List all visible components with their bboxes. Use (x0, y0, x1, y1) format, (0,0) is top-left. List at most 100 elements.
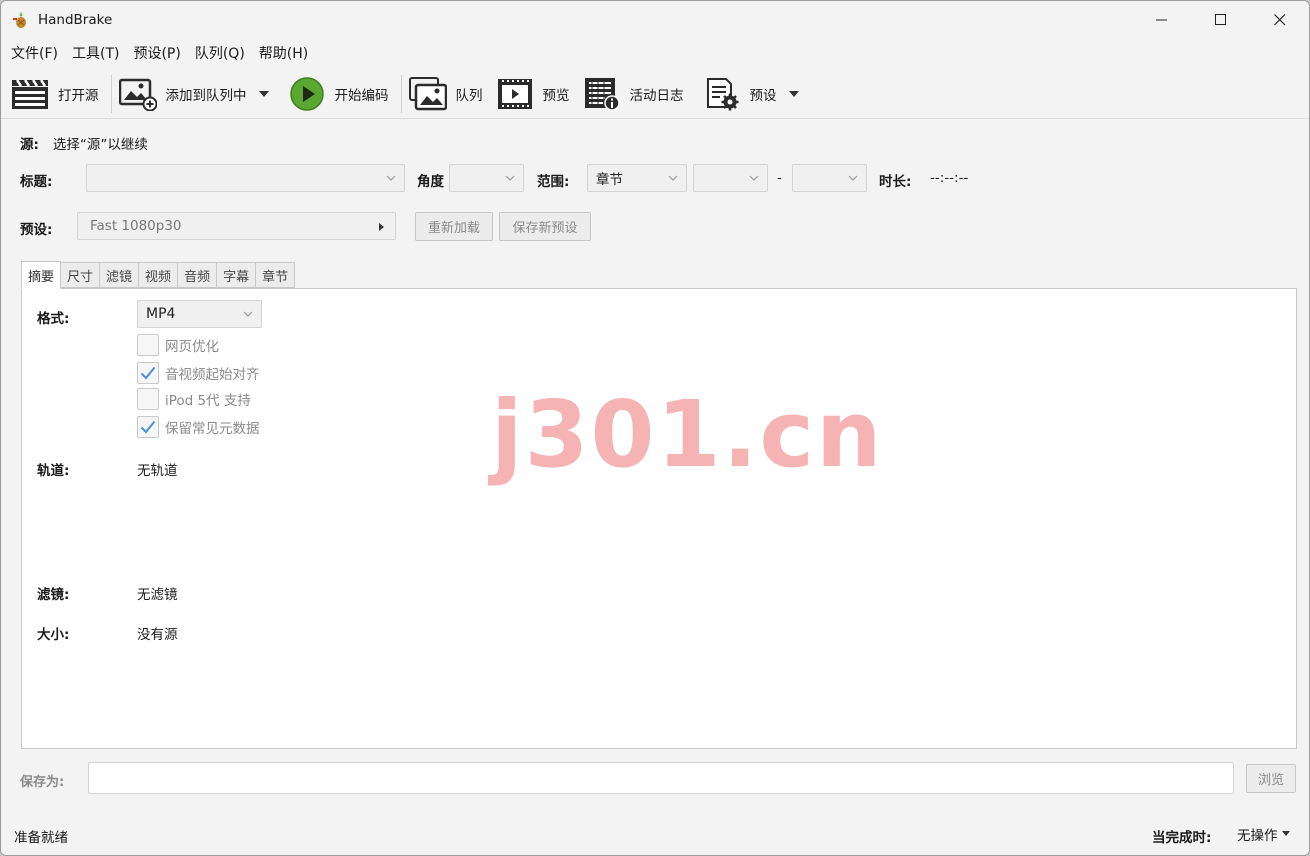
chevron-down-icon (1281, 831, 1290, 836)
status-bar: 准备就绪 当完成时: 无操作 (1, 813, 1309, 855)
maximize-icon (1214, 14, 1226, 25)
browse-label: 浏览 (1257, 773, 1284, 788)
film-play-icon (495, 74, 535, 114)
preset-label: 预设: (20, 222, 53, 238)
watermark-text: j301.cn (491, 381, 884, 488)
ipod-support-label: iPod 5代 支持 (165, 393, 251, 409)
preset-value: Fast 1080p30 (90, 218, 182, 234)
when-done-selector[interactable]: 无操作 (1237, 824, 1291, 844)
tab-subtitles-label: 字幕 (223, 269, 250, 285)
summary-panel: 格式: MP4 网页优化 音视频起始对齐 iPod 5代 支持 保留常见元数据 … (21, 288, 1297, 749)
queue-button[interactable]: 队列 (408, 72, 495, 116)
start-encode-label: 开始编码 (334, 87, 389, 104)
minimize-button[interactable] (1132, 1, 1191, 39)
tab-summary[interactable]: 摘要 (21, 261, 62, 289)
chevron-down-icon (749, 175, 759, 181)
add-to-queue-label: 添加到队列中 (165, 87, 247, 104)
align-av-checkbox[interactable] (137, 362, 159, 384)
filters-label: 滤镜: (37, 587, 70, 603)
preview-label: 预览 (542, 87, 570, 104)
align-av-option[interactable]: 音视频起始对齐 (137, 362, 260, 384)
play-icon (287, 74, 327, 114)
tab-audio-label: 音频 (184, 269, 211, 285)
range-start-select[interactable] (693, 164, 768, 192)
add-to-queue-dropdown-icon[interactable] (258, 90, 269, 97)
checkmark-icon (140, 420, 156, 434)
filters-value: 无滤镜 (137, 587, 178, 603)
format-select[interactable]: MP4 (137, 300, 262, 328)
range-mode-select[interactable]: 章节 (587, 164, 687, 192)
preview-button[interactable]: 预览 (495, 72, 582, 116)
presets-dropdown-icon[interactable] (788, 90, 799, 97)
angle-label: 角度 (417, 174, 444, 190)
web-optimize-checkbox[interactable] (137, 334, 159, 356)
tab-subtitles[interactable]: 字幕 (217, 262, 257, 288)
tab-bar: 摘要 尺寸 滤镜 视频 音频 字幕 章节 (21, 261, 296, 289)
menu-presets[interactable]: 预设(P) (126, 39, 187, 69)
status-text: 准备就绪 (14, 830, 68, 846)
menu-queue[interactable]: 队列(Q) (188, 39, 252, 69)
tab-dimensions-label: 尺寸 (67, 269, 94, 285)
checkmark-icon (140, 366, 156, 380)
title-bar[interactable]: HandBrake (1, 1, 1309, 39)
chevron-down-icon (243, 311, 253, 317)
close-button[interactable] (1250, 1, 1309, 39)
tracks-label: 轨道: (37, 463, 70, 479)
metadata-checkbox[interactable] (137, 416, 159, 438)
tab-chapters-label: 章节 (262, 269, 289, 285)
browse-button[interactable]: 浏览 (1246, 764, 1296, 793)
ipod-support-option[interactable]: iPod 5代 支持 (137, 388, 251, 410)
add-to-queue-button[interactable]: 添加到队列中 (118, 72, 281, 116)
save-new-preset-label: 保存新预设 (512, 221, 578, 236)
duration-label: 时长: (879, 174, 912, 190)
tab-video[interactable]: 视频 (139, 262, 179, 288)
reload-preset-button[interactable]: 重新加载 (415, 212, 493, 241)
menu-help[interactable]: 帮助(H) (252, 39, 315, 69)
queue-label: 队列 (455, 87, 483, 104)
clapperboard-icon (10, 74, 50, 114)
stacked-images-icon (408, 74, 448, 114)
open-source-button[interactable]: 打开源 (10, 72, 111, 116)
tab-chapters[interactable]: 章节 (256, 262, 296, 288)
menu-tools[interactable]: 工具(T) (65, 39, 126, 69)
preset-selector[interactable]: Fast 1080p30 (77, 212, 396, 240)
maximize-button[interactable] (1191, 1, 1250, 39)
activity-log-label: 活动日志 (629, 87, 684, 104)
tab-audio[interactable]: 音频 (178, 262, 218, 288)
title-select[interactable] (86, 164, 405, 192)
metadata-option[interactable]: 保留常见元数据 (137, 416, 260, 438)
when-done-label: 当完成时: (1152, 830, 1212, 846)
when-done-value: 无操作 (1237, 828, 1278, 844)
metadata-label: 保留常见元数据 (165, 421, 260, 437)
tab-filters-label: 滤镜 (106, 269, 133, 285)
tab-dimensions[interactable]: 尺寸 (61, 262, 101, 288)
menu-file[interactable]: 文件(F) (4, 39, 65, 69)
tab-summary-label: 摘要 (28, 269, 55, 285)
web-optimize-option[interactable]: 网页优化 (137, 334, 219, 356)
close-icon (1273, 14, 1285, 26)
log-info-icon (582, 74, 622, 114)
ipod-support-checkbox[interactable] (137, 388, 159, 410)
format-value: MP4 (146, 306, 176, 322)
range-end-select[interactable] (792, 164, 867, 192)
minimize-icon (1155, 19, 1167, 21)
tab-video-label: 视频 (145, 269, 172, 285)
toolbar-separator (110, 74, 112, 113)
start-encode-button[interactable]: 开始编码 (287, 72, 401, 116)
save-new-preset-button[interactable]: 保存新预设 (499, 212, 591, 241)
duration-value: --:--:-- (930, 170, 969, 186)
save-as-input[interactable] (88, 762, 1234, 794)
toolbar-separator (400, 74, 402, 113)
align-av-label: 音视频起始对齐 (165, 367, 260, 383)
chevron-right-icon (379, 223, 384, 231)
chevron-down-icon (386, 175, 396, 181)
angle-select[interactable] (449, 164, 524, 192)
menu-bar: 文件(F) 工具(T) 预设(P) 队列(Q) 帮助(H) (1, 39, 1309, 69)
toolbar: 打开源 添加到队列中 开始编码 队列 预览 活动日志 预设 (1, 69, 1309, 119)
activity-log-button[interactable]: 活动日志 (582, 72, 696, 116)
presets-button[interactable]: 预设 (702, 72, 811, 116)
chevron-down-icon (505, 175, 515, 181)
tab-filters[interactable]: 滤镜 (100, 262, 140, 288)
size-value: 没有源 (137, 627, 178, 643)
add-image-icon (118, 74, 158, 114)
